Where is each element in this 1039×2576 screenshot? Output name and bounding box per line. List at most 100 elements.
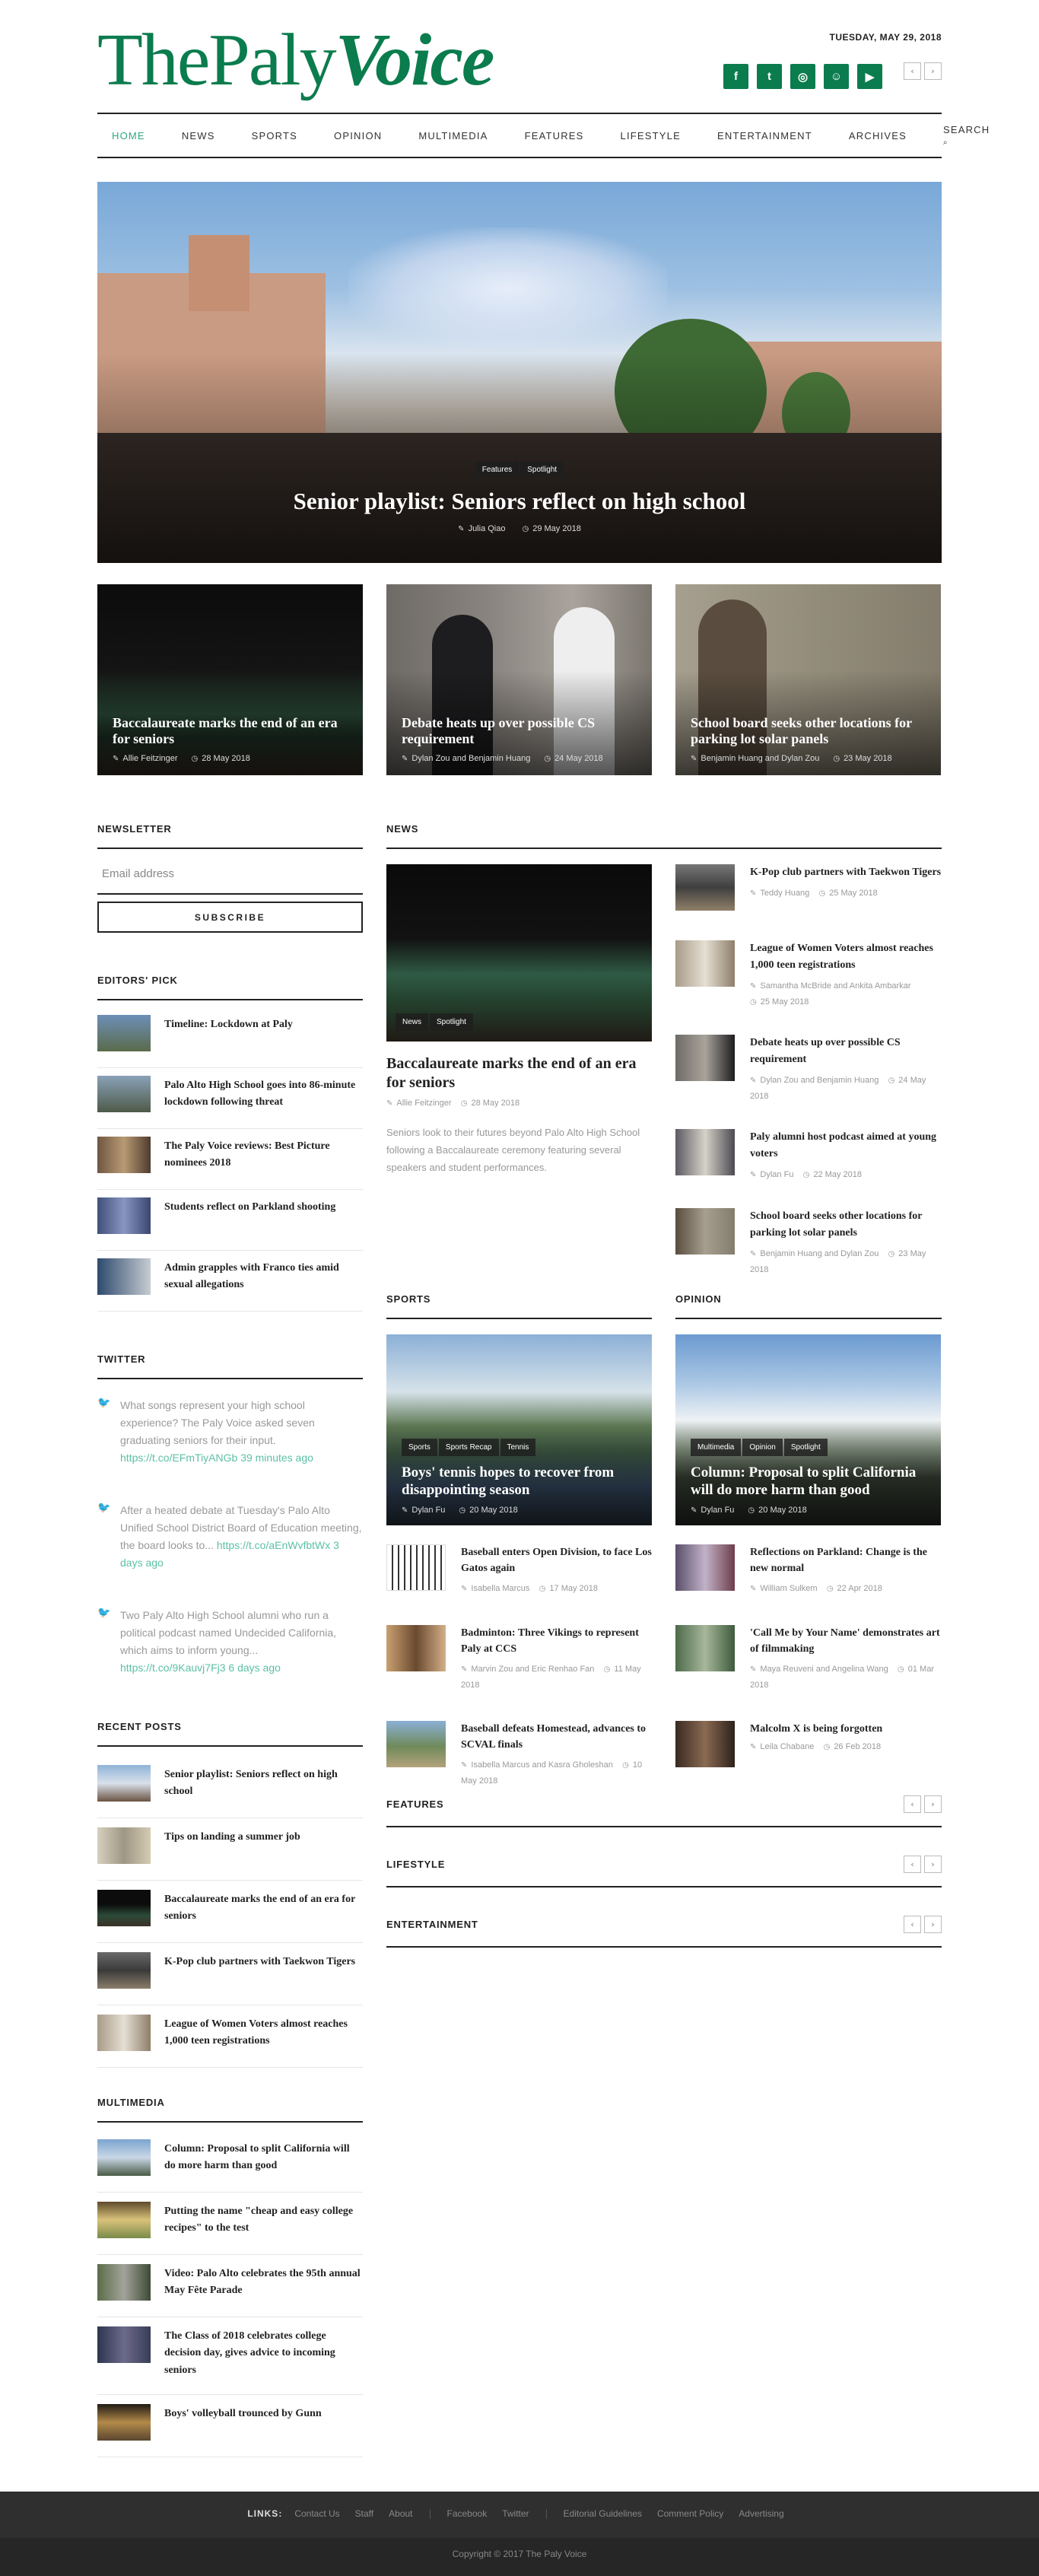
- hero-author[interactable]: Julia Qiao: [469, 524, 506, 533]
- sports-item-title[interactable]: Baseball enters Open Division, to face L…: [461, 1544, 652, 1576]
- list-item[interactable]: Boys' volleyball trounced by Gunn: [97, 2396, 363, 2457]
- tile-author[interactable]: Allie Feitzinger: [122, 754, 177, 763]
- prev-arrow-icon[interactable]: ‹: [904, 1795, 921, 1813]
- list-item[interactable]: Putting the name "cheap and easy college…: [97, 2194, 363, 2255]
- subscribe-button[interactable]: SUBSCRIBE: [97, 902, 363, 933]
- tag[interactable]: Spotlight: [783, 1438, 828, 1456]
- nav-home[interactable]: HOME: [112, 130, 145, 142]
- hero-story[interactable]: Features Spotlight Senior playlist: Seni…: [97, 182, 942, 563]
- sports-item-title[interactable]: Baseball defeats Homestead, advances to …: [461, 1721, 652, 1753]
- footer-link-staff[interactable]: Staff: [355, 2508, 373, 2519]
- news-item[interactable]: Paly alumni host podcast aimed at young …: [675, 1129, 942, 1197]
- prev-arrow-icon[interactable]: ‹: [904, 1856, 921, 1873]
- tile-title[interactable]: School board seeks other locations for p…: [691, 715, 927, 748]
- nav-archives[interactable]: ARCHIVES: [849, 130, 907, 142]
- list-item[interactable]: Baccalaureate marks the end of an era fo…: [97, 1882, 363, 1943]
- facebook-icon[interactable]: f: [723, 64, 748, 89]
- next-arrow-icon[interactable]: ›: [924, 1795, 942, 1813]
- tag[interactable]: Spotlight: [520, 461, 564, 479]
- list-item-title[interactable]: League of Women Voters almost reaches 1,…: [164, 2016, 363, 2050]
- tile-author[interactable]: Dylan Zou and Benjamin Huang: [411, 754, 530, 763]
- tile-title[interactable]: Baccalaureate marks the end of an era fo…: [113, 715, 349, 748]
- tile-author[interactable]: Benjamin Huang and Dylan Zou: [701, 754, 819, 763]
- list-item-title[interactable]: Video: Palo Alto celebrates the 95th ann…: [164, 2266, 363, 2300]
- footer-link-twitter[interactable]: Twitter: [502, 2508, 529, 2519]
- hero-title[interactable]: Senior playlist: Seniors reflect on high…: [97, 488, 942, 515]
- sports-item[interactable]: Baseball enters Open Division, to face L…: [386, 1544, 652, 1617]
- sports-item[interactable]: Badminton: Three Vikings to represent Pa…: [386, 1625, 652, 1709]
- list-item-title[interactable]: K-Pop club partners with Taekwon Tigers: [164, 1954, 363, 1970]
- list-item-title[interactable]: Putting the name "cheap and easy college…: [164, 2203, 363, 2237]
- list-item[interactable]: The Class of 2018 celebrates college dec…: [97, 2319, 363, 2395]
- site-logo[interactable]: ThePalyVoice: [97, 23, 494, 97]
- nav-sports[interactable]: SPORTS: [252, 130, 297, 142]
- nav-opinion[interactable]: OPINION: [334, 130, 382, 142]
- list-item[interactable]: Column: Proposal to split California wil…: [97, 2132, 363, 2193]
- tweet-link[interactable]: https://t.co/aEnWvfbtWx: [217, 1539, 330, 1551]
- list-item[interactable]: The Paly Voice reviews: Best Picture nom…: [97, 1129, 363, 1190]
- tag[interactable]: Sports Recap: [438, 1438, 499, 1456]
- list-item-title[interactable]: Senior playlist: Seniors reflect on high…: [164, 1767, 363, 1801]
- list-item[interactable]: Students reflect on Parkland shooting: [97, 1190, 363, 1251]
- news-item-title[interactable]: Debate heats up over possible CS require…: [750, 1035, 942, 1067]
- news-item-title[interactable]: School board seeks other locations for p…: [750, 1208, 942, 1241]
- twitter-icon[interactable]: t: [757, 64, 782, 89]
- feature-tile[interactable]: Baccalaureate marks the end of an era fo…: [97, 584, 363, 775]
- feature-tile[interactable]: School board seeks other locations for p…: [675, 584, 941, 775]
- list-item[interactable]: Timeline: Lockdown at Paly: [97, 1007, 363, 1068]
- news-item[interactable]: School board seeks other locations for p…: [675, 1208, 942, 1277]
- opinion-lead[interactable]: Multimedia Opinion Spotlight Column: Pro…: [675, 1334, 941, 1525]
- nav-entertainment[interactable]: ENTERTAINMENT: [717, 130, 812, 142]
- opinion-item-title[interactable]: Reflections on Parkland: Change is the n…: [750, 1544, 942, 1576]
- list-item-title[interactable]: Tips on landing a summer job: [164, 1829, 363, 1846]
- tweet-time[interactable]: 6 days ago: [228, 1662, 281, 1674]
- author-link[interactable]: Allie Feitzinger: [396, 1099, 451, 1108]
- footer-link-advertising[interactable]: Advertising: [739, 2508, 783, 2519]
- sports-item-title[interactable]: Badminton: Three Vikings to represent Pa…: [461, 1625, 652, 1657]
- tag[interactable]: Tennis: [500, 1438, 536, 1456]
- list-item-title[interactable]: Students reflect on Parkland shooting: [164, 1199, 363, 1216]
- news-lead-title[interactable]: Baccalaureate marks the end of an era fo…: [386, 1054, 652, 1092]
- footer-link-editorial[interactable]: Editorial Guidelines: [564, 2508, 642, 2519]
- list-item-title[interactable]: The Paly Voice reviews: Best Picture nom…: [164, 1138, 363, 1172]
- opinion-lead-title[interactable]: Column: Proposal to split California wil…: [691, 1464, 927, 1500]
- sports-lead-title[interactable]: Boys' tennis hopes to recover from disap…: [402, 1464, 638, 1500]
- list-item[interactable]: Admin grapples with Franco ties amid sex…: [97, 1251, 363, 1312]
- list-item-title[interactable]: Palo Alto High School goes into 86-minut…: [164, 1077, 363, 1111]
- opinion-item[interactable]: 'Call Me by Your Name' demonstrates art …: [675, 1625, 942, 1709]
- list-item[interactable]: K-Pop club partners with Taekwon Tigers: [97, 1945, 363, 2005]
- news-item[interactable]: Debate heats up over possible CS require…: [675, 1035, 942, 1118]
- news-item-title[interactable]: League of Women Voters almost reaches 1,…: [750, 940, 942, 973]
- tag[interactable]: Spotlight: [430, 1013, 473, 1031]
- opinion-item-title[interactable]: Malcolm X is being forgotten: [750, 1721, 942, 1737]
- footer-link-comment-policy[interactable]: Comment Policy: [657, 2508, 723, 2519]
- news-lead-image[interactable]: News Spotlight: [386, 864, 652, 1042]
- opinion-item[interactable]: Malcolm X is being forgotten ✎ Leila Chaba…: [675, 1721, 942, 1789]
- footer-link-facebook[interactable]: Facebook: [447, 2508, 488, 2519]
- nav-features[interactable]: FEATURES: [525, 130, 584, 142]
- next-arrow-icon[interactable]: ›: [924, 1916, 942, 1933]
- list-item-title[interactable]: Boys' volleyball trounced by Gunn: [164, 2406, 363, 2422]
- snapchat-icon[interactable]: ☺: [824, 64, 849, 89]
- sports-lead[interactable]: Sports Sports Recap Tennis Boys' tennis …: [386, 1334, 652, 1525]
- prev-arrow-icon[interactable]: ‹: [904, 1916, 921, 1933]
- prev-arrow-icon[interactable]: ‹: [904, 62, 921, 80]
- tag[interactable]: Opinion: [742, 1438, 783, 1456]
- list-item[interactable]: Video: Palo Alto celebrates the 95th ann…: [97, 2256, 363, 2317]
- tag[interactable]: Multimedia: [691, 1438, 742, 1456]
- tweet-time[interactable]: 39 minutes ago: [240, 1452, 313, 1464]
- nav-lifestyle[interactable]: LIFESTYLE: [621, 130, 681, 142]
- opinion-item[interactable]: Reflections on Parkland: Change is the n…: [675, 1544, 942, 1617]
- email-field[interactable]: Email address: [97, 858, 363, 895]
- list-item-title[interactable]: Admin grapples with Franco ties amid sex…: [164, 1260, 363, 1294]
- news-item-title[interactable]: K-Pop club partners with Taekwon Tigers: [750, 864, 942, 881]
- nav-multimedia[interactable]: MULTIMEDIA: [418, 130, 488, 142]
- list-item[interactable]: Senior playlist: Seniors reflect on high…: [97, 1757, 363, 1818]
- tag[interactable]: Features: [475, 461, 520, 479]
- list-item[interactable]: League of Women Voters almost reaches 1,…: [97, 2007, 363, 2068]
- news-item[interactable]: League of Women Voters almost reaches 1,…: [675, 940, 942, 1024]
- opinion-item-title[interactable]: 'Call Me by Your Name' demonstrates art …: [750, 1625, 942, 1657]
- tweet-link[interactable]: https://t.co/9Kauvj7Fj3: [120, 1662, 226, 1674]
- tile-title[interactable]: Debate heats up over possible CS require…: [402, 715, 638, 748]
- list-item-title[interactable]: Timeline: Lockdown at Paly: [164, 1016, 363, 1033]
